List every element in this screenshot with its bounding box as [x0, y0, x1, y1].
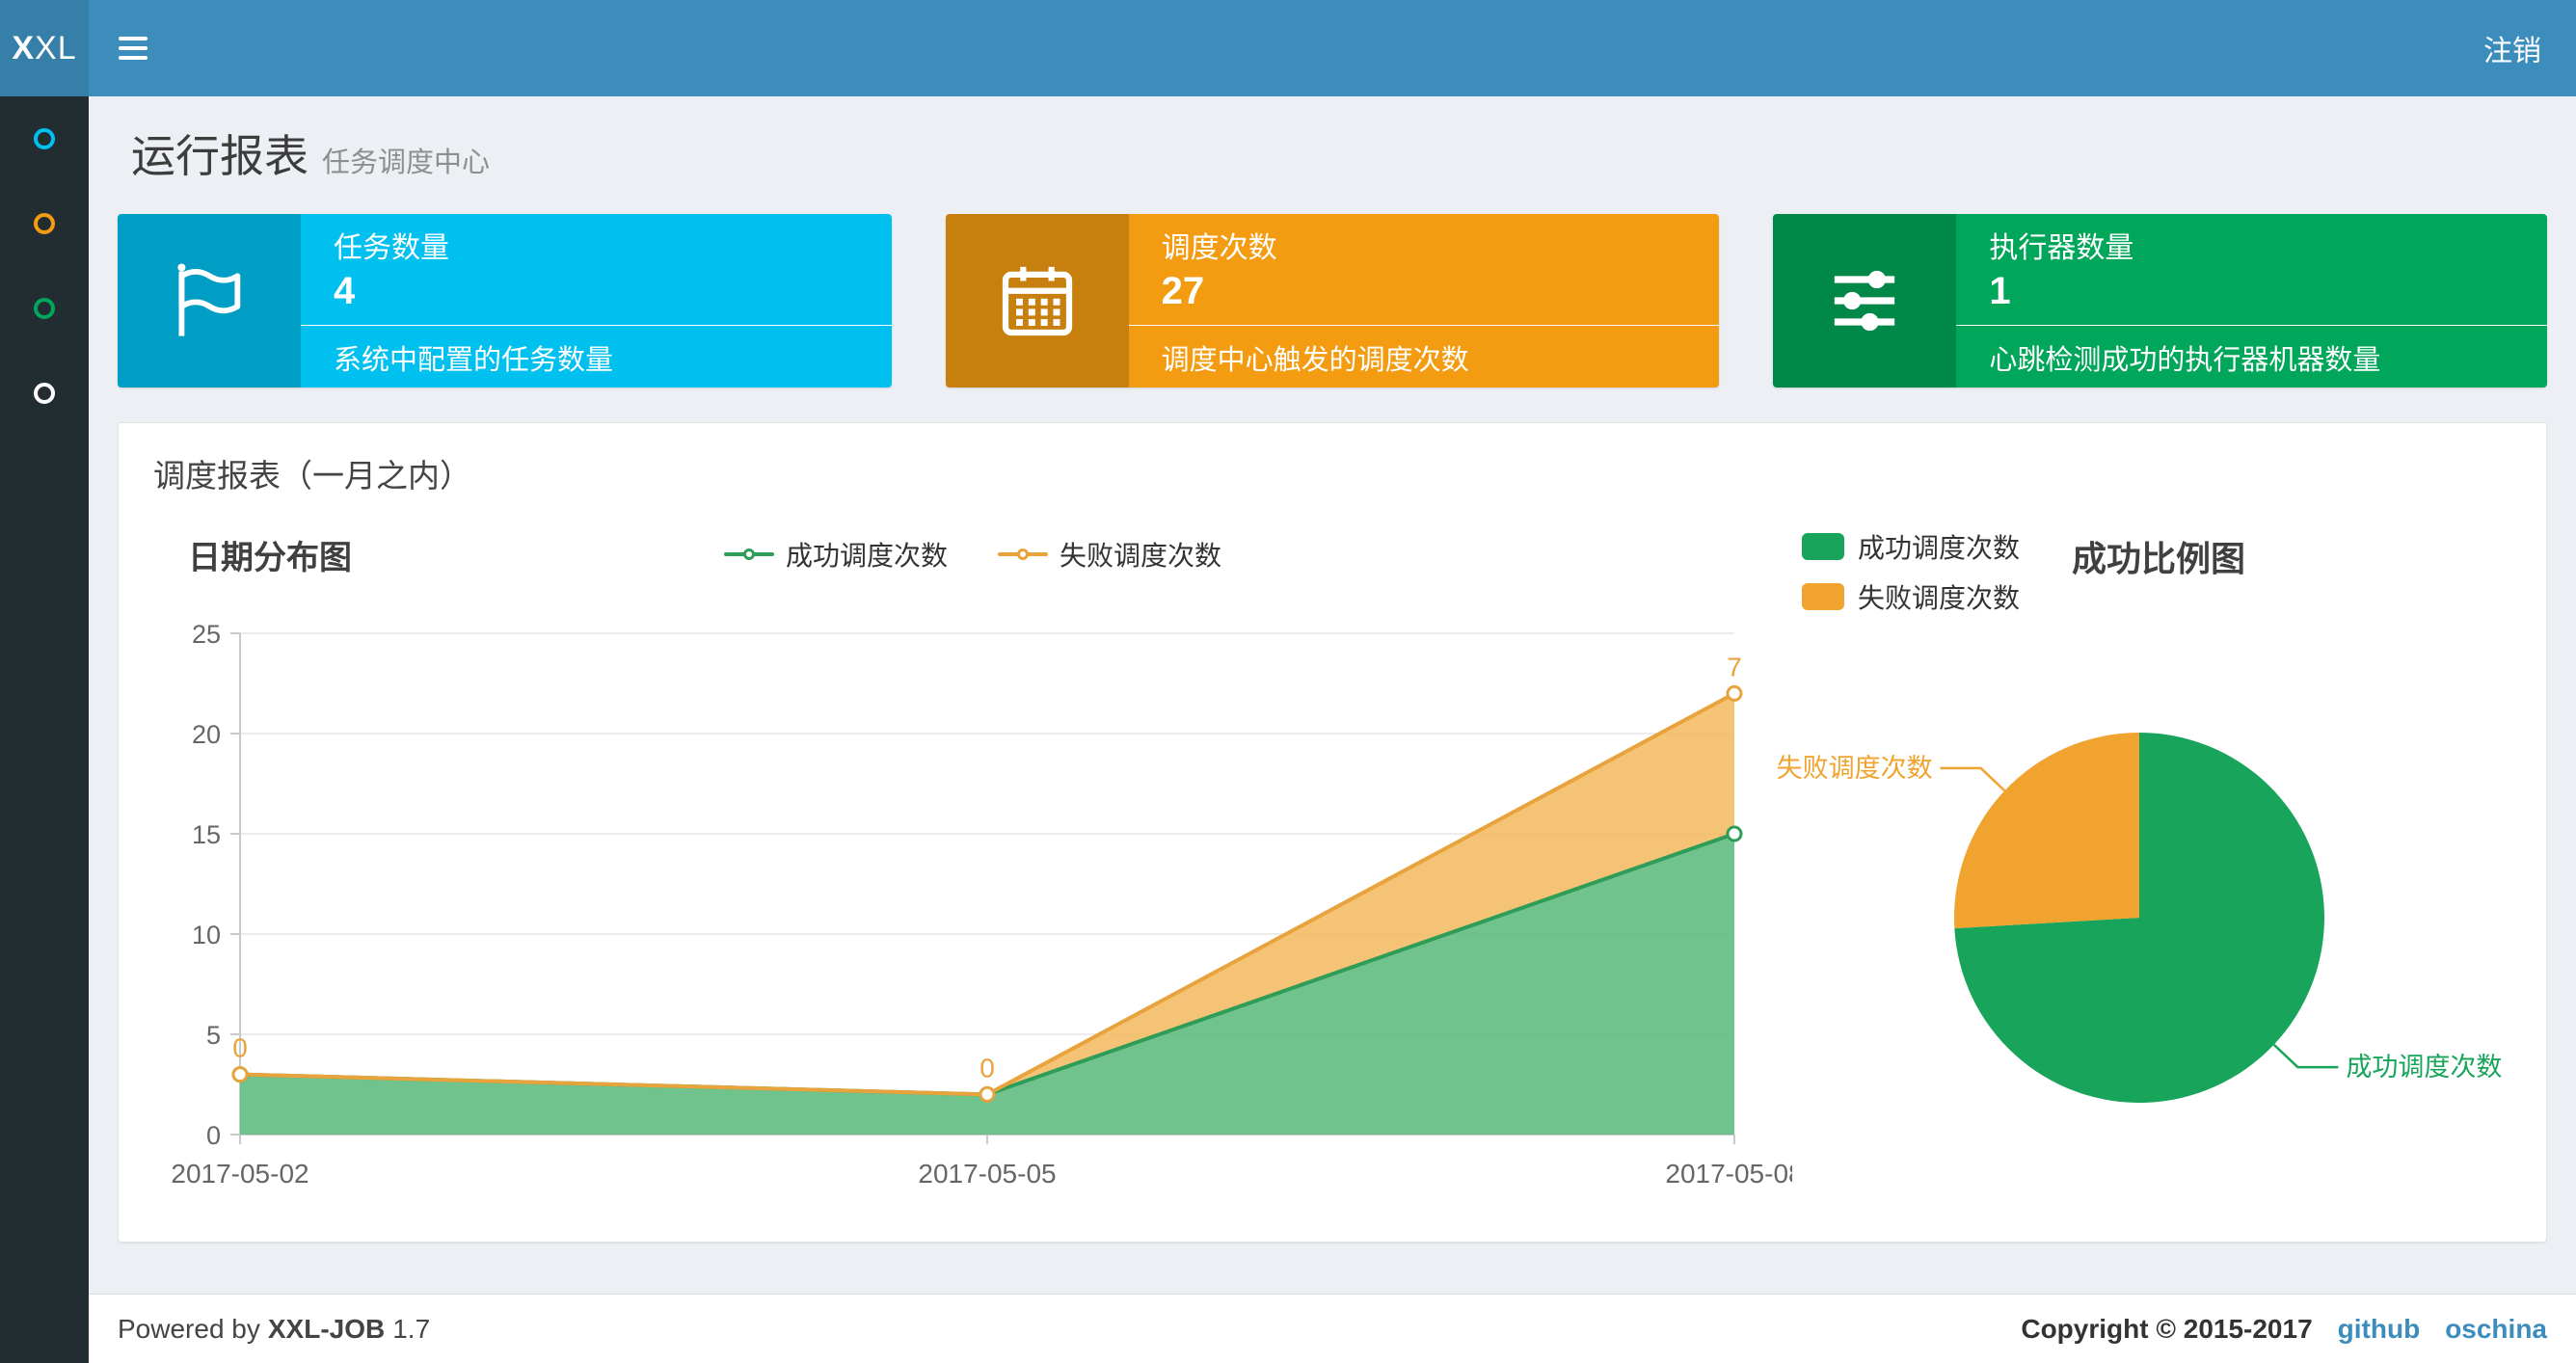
- svg-text:2017-05-05: 2017-05-05: [918, 1159, 1056, 1189]
- line-chart-header: 日期分布图 成功调度次数 失败调度次数: [153, 527, 1792, 585]
- line-chart-title: 日期分布图: [188, 540, 352, 576]
- flag-icon: [118, 214, 301, 388]
- stat-desc: 调度中心触发的调度次数: [1161, 345, 1469, 376]
- logout-link[interactable]: 注销: [2449, 0, 2576, 96]
- legend-label: 成功调度次数: [1858, 533, 2021, 563]
- circle-outline-icon: [34, 383, 55, 404]
- line-chart-legend: 成功调度次数 失败调度次数: [723, 535, 1221, 574]
- svg-text:15: 15: [192, 820, 221, 849]
- copyright-text: Copyright © 2015-2017: [2021, 1313, 2313, 1344]
- page-title: 运行报表 任务调度中心: [131, 121, 2534, 185]
- github-link[interactable]: github: [2338, 1314, 2421, 1345]
- circle-outline-icon: [34, 213, 55, 234]
- line-series-marker-icon: [723, 546, 774, 563]
- stat-card-jobs: 任务数量 4 系统中配置的任务数量: [118, 214, 892, 388]
- powered-prefix: Powered by: [118, 1313, 260, 1344]
- circle-outline-icon: [34, 128, 55, 149]
- logo-text-bold: X: [12, 29, 36, 67]
- stat-divider: [301, 325, 892, 326]
- app-logo[interactable]: X XL: [0, 0, 89, 96]
- stat-title: 调度次数: [1161, 232, 1277, 264]
- svg-text:7: 7: [1727, 652, 1742, 682]
- sidebar-toggle-button[interactable]: [89, 0, 177, 96]
- stat-body: 调度次数 27 调度中心触发的调度次数: [1128, 214, 1720, 388]
- logo-text: XL: [35, 29, 77, 67]
- main-content: 运行报表 任务调度中心 任务数量 4 系统中配置的任务数量 调度次数 27 调度…: [89, 96, 2576, 1363]
- stat-title: 任务数量: [334, 232, 449, 264]
- copyright-area: Copyright © 2015-2017 github oschina: [2021, 1314, 2547, 1345]
- oschina-link[interactable]: oschina: [2445, 1314, 2547, 1345]
- svg-text:0: 0: [979, 1053, 995, 1082]
- navbar-spacer: [177, 0, 2449, 96]
- hamburger-icon: [119, 37, 148, 60]
- pie-chart-title: 成功比例图: [2072, 539, 2246, 578]
- report-panel: 调度报表（一月之内） 日期分布图 成功调度次数 失败调度次数 0 5 10 15…: [118, 422, 2547, 1243]
- stat-desc: 系统中配置的任务数量: [334, 345, 614, 376]
- app-root: X XL 注销 运行报表 任务调度中心 任务数量 4 系统中配置的任务数量 调度…: [0, 0, 2576, 1363]
- stat-value: 4: [334, 270, 356, 312]
- powered-by: Powered by XXL-JOB 1.7: [118, 1314, 438, 1345]
- panel-title: 调度报表（一月之内）: [153, 458, 471, 494]
- svg-text:25: 25: [192, 620, 221, 649]
- top-navbar: X XL 注销: [0, 0, 2576, 96]
- stat-card-executors: 执行器数量 1 心跳检测成功的执行器机器数量: [1773, 214, 2548, 388]
- sidebar-item-jobs[interactable]: [0, 181, 89, 266]
- page-footer: Powered by XXL-JOB 1.7 Copyright © 2015-20…: [89, 1294, 2576, 1363]
- stat-body: 执行器数量 1 心跳检测成功的执行器机器数量: [1956, 214, 2548, 388]
- svg-text:10: 10: [192, 921, 221, 949]
- panel-body: 日期分布图 成功调度次数 失败调度次数 0 5 10 15 20 25 2017…: [119, 504, 2546, 1242]
- stat-value: 27: [1161, 270, 1205, 312]
- svg-text:成功调度次数: 成功调度次数: [2346, 1053, 2502, 1082]
- success-ratio-chart: 成功调度次数 失败调度次数 成功比例图 成功调度次数 失败调度次数: [1777, 527, 2511, 1197]
- svg-text:2017-05-08: 2017-05-08: [1665, 1159, 1792, 1189]
- page-title-text: 运行报表: [131, 131, 309, 181]
- content-header: 运行报表 任务调度中心: [118, 96, 2547, 206]
- sidebar-item-logs[interactable]: [0, 266, 89, 351]
- svg-text:失败调度次数: 失败调度次数: [1777, 754, 1933, 783]
- stat-value: 1: [1989, 270, 2011, 312]
- circle-outline-icon: [34, 298, 55, 319]
- sidebar-item-executors[interactable]: [0, 351, 89, 436]
- sidebar-item-report[interactable]: [0, 96, 89, 181]
- svg-text:2017-05-02: 2017-05-02: [171, 1159, 309, 1189]
- legend-item-success[interactable]: 成功调度次数: [723, 535, 948, 574]
- date-distribution-chart: 日期分布图 成功调度次数 失败调度次数 0 5 10 15 20 25 2017…: [153, 527, 1803, 1197]
- stat-card-triggers: 调度次数 27 调度中心触发的调度次数: [945, 214, 1720, 388]
- legend-item-fail[interactable]: 失败调度次数: [998, 535, 1221, 574]
- stacked-area-chart: 05101520252017-05-02 2017-05-05 2017-05-08…: [171, 620, 1803, 1189]
- line-series-marker-icon: [998, 546, 1048, 563]
- legend-label: 成功调度次数: [785, 541, 948, 571]
- stat-title: 执行器数量: [1989, 232, 2134, 264]
- stat-body: 任务数量 4 系统中配置的任务数量: [301, 214, 892, 388]
- product-name: XXL-JOB: [267, 1313, 386, 1344]
- legend-label: 失败调度次数: [1060, 541, 1222, 571]
- sidebar: [0, 96, 89, 1363]
- stat-desc: 心跳检测成功的执行器机器数量: [1989, 345, 2381, 376]
- product-version: 1.7: [392, 1313, 431, 1344]
- pie-chart: 成功调度次数 失败调度次数: [1777, 733, 2502, 1103]
- legend-item-success[interactable]: 成功调度次数: [1802, 527, 2020, 566]
- stats-row: 任务数量 4 系统中配置的任务数量 调度次数 27 调度中心触发的调度次数 执行…: [118, 214, 2548, 388]
- calendar-icon: [945, 214, 1129, 388]
- stat-divider: [1956, 325, 2548, 326]
- page-subtitle: 任务调度中心: [322, 147, 491, 178]
- stat-divider: [1128, 325, 1720, 326]
- svg-text:5: 5: [206, 1021, 221, 1050]
- svg-text:0: 0: [232, 1033, 248, 1063]
- svg-text:20: 20: [192, 720, 221, 749]
- svg-text:0: 0: [206, 1121, 221, 1150]
- sliders-icon: [1773, 214, 1957, 388]
- legend-swatch-icon: [1802, 533, 1844, 560]
